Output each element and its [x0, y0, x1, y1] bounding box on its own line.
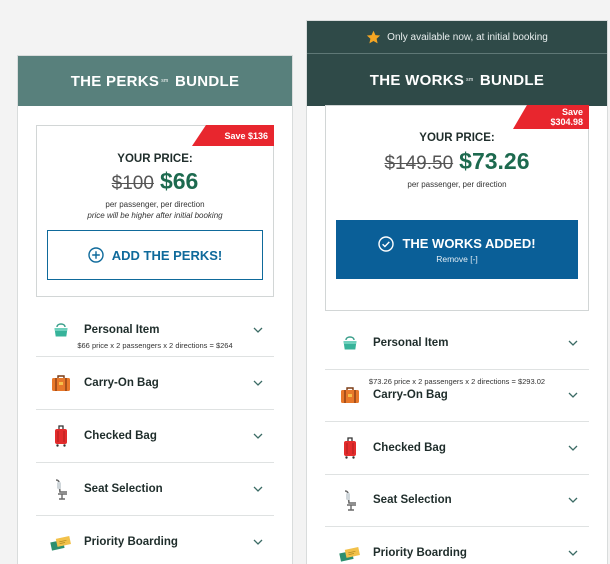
- chevron-down-icon: [253, 327, 263, 333]
- perks-item-label: Carry-On Bag: [84, 377, 159, 389]
- perks-item-personal[interactable]: Personal Item: [36, 304, 274, 357]
- works-feature-list: Personal Item Carry-On Bag Checked Bag S…: [325, 317, 589, 564]
- works-price-box: Save $304.98 YOUR PRICE: $149.50 $73.26 pe…: [325, 105, 589, 386]
- perks-item-label: Seat Selection: [84, 483, 163, 495]
- works-per-passenger: per passenger, per direction: [407, 180, 507, 189]
- works-item-label: Personal Item: [373, 336, 449, 349]
- works-item-carry-on[interactable]: Carry-On Bag: [325, 370, 589, 422]
- works-bundle-title: THE WORKS sm BUNDLE: [307, 54, 607, 106]
- check-circle-icon: [378, 235, 395, 252]
- chevron-down-icon: [253, 539, 263, 545]
- perks-bundle-title: THE PERKS sm BUNDLE: [18, 56, 292, 106]
- add-perks-label: ADD THE PERKS!: [111, 247, 223, 263]
- checked-bag-icon: [339, 437, 361, 459]
- seat-icon: [339, 489, 361, 511]
- chevron-down-icon: [568, 340, 578, 346]
- perks-price-row: $100 $66: [37, 168, 273, 195]
- carry-on-bag-icon: [50, 372, 72, 394]
- works-item-checked[interactable]: Checked Bag: [325, 422, 589, 475]
- perks-old-price: $100: [111, 173, 154, 194]
- works-item-label: Priority Boarding: [373, 546, 467, 559]
- personal-item-bag-icon: [339, 332, 361, 354]
- priority-boarding-icon: [50, 531, 72, 553]
- chevron-down-icon: [568, 497, 578, 504]
- perks-item-priority[interactable]: Priority Boarding: [36, 516, 274, 564]
- checked-bag-icon: [50, 425, 72, 447]
- priority-boarding-icon: [339, 542, 361, 564]
- works-bundle-card: Only available now, at initial booking T…: [306, 20, 608, 564]
- works-title-end: BUNDLE: [479, 71, 545, 89]
- perks-new-price: $66: [159, 168, 199, 194]
- perks-bundle-card: THE PERKS sm BUNDLE Save $136 YOUR PRICE:…: [17, 55, 293, 564]
- works-title-main: THE WORKS: [369, 71, 465, 89]
- works-added-button[interactable]: THE WORKS ADDED! Remove [-]: [336, 220, 578, 279]
- perks-title-sm: sm: [161, 78, 169, 84]
- perks-item-label: Personal Item: [84, 324, 160, 336]
- perks-item-label: Checked Bag: [84, 430, 157, 442]
- works-title-sm: sm: [466, 77, 474, 83]
- perks-item-seat[interactable]: Seat Selection: [36, 463, 274, 516]
- chevron-down-icon: [568, 392, 578, 399]
- chevron-down-icon: [253, 433, 263, 439]
- works-item-label: Carry-On Bag: [373, 389, 448, 402]
- works-item-personal[interactable]: Personal Item: [325, 317, 589, 370]
- seat-icon: [50, 478, 72, 500]
- remove-works-link[interactable]: Remove [-]: [436, 254, 478, 264]
- works-save-line1: Save: [561, 107, 583, 117]
- perks-price-box: Save $136 YOUR PRICE: $100 $66 per passen…: [36, 125, 274, 350]
- works-item-label: Checked Bag: [373, 441, 446, 454]
- personal-item-bag-icon: [50, 319, 72, 341]
- perks-price-label: YOUR PRICE:: [117, 153, 193, 165]
- perks-item-carry-on[interactable]: Carry-On Bag: [36, 357, 274, 410]
- perks-title-main: THE PERKS: [70, 72, 160, 90]
- works-new-price: $73.26: [459, 148, 530, 174]
- plus-circle-icon: [88, 247, 104, 263]
- availability-text: Only available now, at initial booking: [387, 31, 548, 43]
- chevron-down-icon: [568, 445, 578, 451]
- works-item-priority[interactable]: Priority Boarding: [325, 527, 589, 564]
- perks-per-passenger: per passenger, per direction: [105, 200, 205, 209]
- chevron-down-icon: [253, 486, 263, 492]
- availability-banner: Only available now, at initial booking: [307, 21, 607, 54]
- star-icon: [367, 30, 381, 43]
- perks-item-checked[interactable]: Checked Bag: [36, 410, 274, 463]
- works-added-label: THE WORKS ADDED!: [402, 236, 536, 251]
- perks-price-note: price will be higher after initial booki…: [87, 211, 223, 220]
- works-save-badge: Save $304.98: [513, 105, 589, 129]
- works-item-seat[interactable]: Seat Selection: [325, 475, 589, 527]
- carry-on-bag-icon: [339, 384, 361, 406]
- works-price-label: YOUR PRICE:: [419, 132, 495, 144]
- works-save-line2: $304.98: [550, 117, 583, 127]
- chevron-down-icon: [568, 550, 578, 556]
- works-item-label: Seat Selection: [373, 494, 452, 507]
- chevron-down-icon: [253, 380, 263, 386]
- perks-save-badge: Save $136: [192, 125, 274, 146]
- works-old-price: $149.50: [384, 153, 454, 174]
- works-price-row: $149.50 $73.26: [326, 148, 588, 175]
- perks-feature-list: Personal Item Carry-On Bag Checked Bag S…: [36, 304, 274, 564]
- add-perks-button[interactable]: ADD THE PERKS!: [47, 230, 263, 280]
- perks-title-end: BUNDLE: [174, 72, 240, 90]
- perks-item-label: Priority Boarding: [84, 536, 178, 548]
